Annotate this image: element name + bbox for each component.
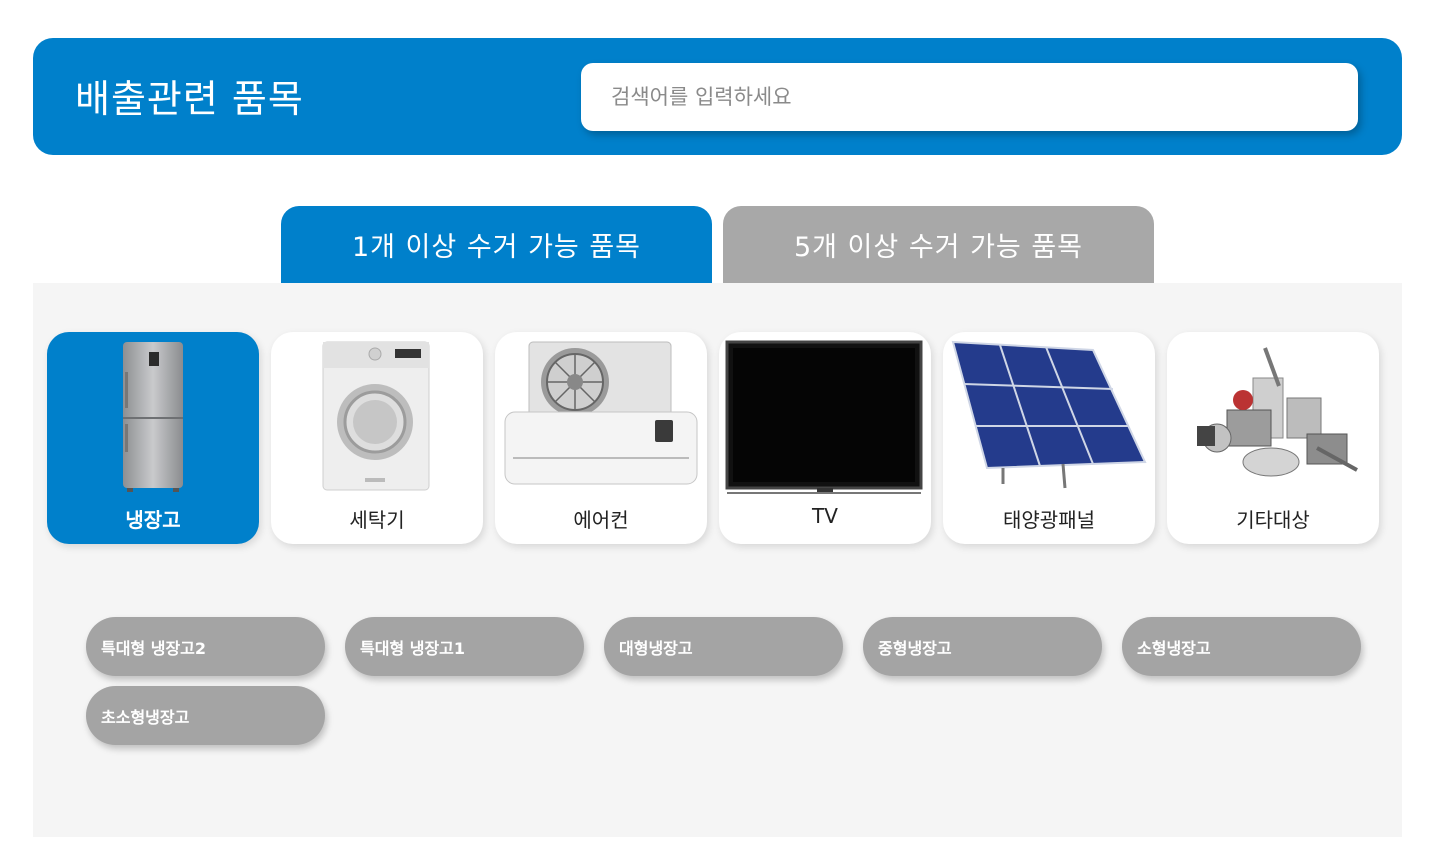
category-label: 세탁기 xyxy=(349,508,405,532)
refrigerator-icon xyxy=(123,342,183,492)
page-title: 배출관련 품목 xyxy=(75,77,304,121)
category-air-conditioner[interactable]: 에어컨 xyxy=(495,332,707,544)
category-tv[interactable]: TV xyxy=(719,332,931,544)
subitem-pill[interactable]: 대형냉장고 xyxy=(604,617,843,676)
category-refrigerator[interactable]: 냉장고 xyxy=(47,332,259,544)
category-panel: 냉장고 세탁기 에어컨 TV 태양광패널 기타대상 특대형 냉장고2 특대형 냉… xyxy=(33,283,1402,837)
category-label: 냉장고 xyxy=(125,508,181,532)
category-label: 기타대상 xyxy=(1236,508,1310,532)
appliances-icon xyxy=(1197,347,1358,477)
washing-machine-icon xyxy=(322,341,430,491)
subitem-pill[interactable]: 소형냉장고 xyxy=(1122,617,1361,676)
category-washing-machine[interactable]: 세탁기 xyxy=(271,332,483,544)
search-input[interactable] xyxy=(581,63,1358,131)
air-conditioner-icon xyxy=(504,341,698,485)
subitem-pill[interactable]: 특대형 냉장고2 xyxy=(86,617,325,676)
category-label: TV xyxy=(812,504,838,528)
page-header: 배출관련 품목 xyxy=(33,38,1402,155)
solar-panel-icon xyxy=(951,340,1147,489)
category-label: 태양광패널 xyxy=(1003,508,1095,532)
tv-icon xyxy=(725,340,923,494)
tab-one-or-more[interactable]: 1개 이상 수거 가능 품목 xyxy=(281,206,712,283)
subitem-pill[interactable]: 초소형냉장고 xyxy=(86,686,325,745)
category-other[interactable]: 기타대상 xyxy=(1167,332,1379,544)
search-box[interactable] xyxy=(581,63,1358,131)
subitem-pill[interactable]: 특대형 냉장고1 xyxy=(345,617,584,676)
category-solar-panel[interactable]: 태양광패널 xyxy=(943,332,1155,544)
category-label: 에어컨 xyxy=(573,508,629,532)
tab-five-or-more[interactable]: 5개 이상 수거 가능 품목 xyxy=(723,206,1154,283)
subitem-pill[interactable]: 중형냉장고 xyxy=(863,617,1102,676)
